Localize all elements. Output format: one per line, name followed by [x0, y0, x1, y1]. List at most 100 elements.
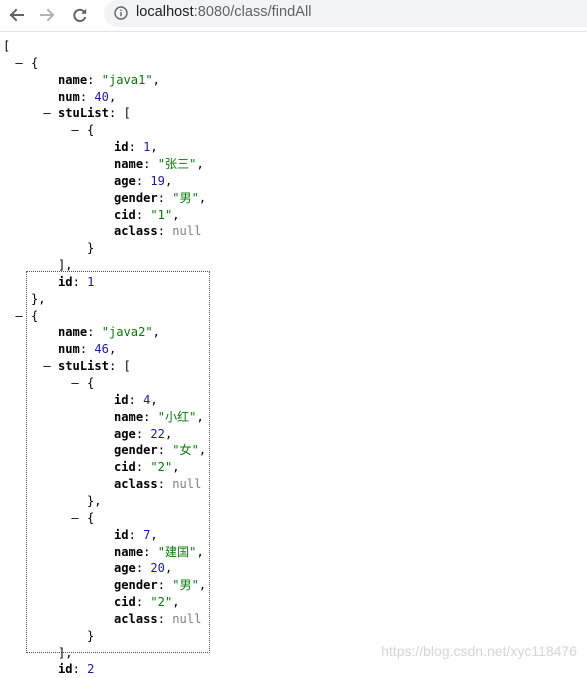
- json-value: 20: [150, 561, 165, 576]
- json-key: name: [58, 72, 88, 87]
- json-key: aclass: [114, 477, 158, 492]
- reload-button[interactable]: [68, 4, 92, 26]
- json-value: 46: [94, 342, 109, 357]
- json-value: null: [172, 477, 202, 492]
- json-key: age: [114, 173, 136, 188]
- json-key: gender: [114, 190, 158, 205]
- json-key: id: [58, 274, 73, 289]
- json-value: "java2": [101, 325, 153, 340]
- json-key: id: [114, 392, 129, 407]
- json-key: id: [58, 662, 73, 677]
- json-line-age: age: 22,: [114, 426, 173, 441]
- json-bracket: [: [123, 106, 131, 121]
- json-bracket-line: },: [31, 291, 46, 308]
- json-key: cid: [114, 207, 136, 222]
- json-key: name: [114, 544, 144, 559]
- json-line-age: age: 19,: [114, 173, 173, 188]
- json-value: null: [172, 224, 202, 239]
- json-bracket: [: [3, 39, 11, 53]
- json-value: "女": [172, 443, 199, 458]
- collapse-toggle[interactable]: –: [42, 105, 52, 122]
- json-key: aclass: [114, 224, 158, 239]
- collapse-toggle[interactable]: –: [14, 308, 24, 325]
- json-bracket: {: [87, 376, 95, 390]
- json-line-name: name: "小红",: [114, 409, 204, 424]
- json-viewer: [–{name: "java1", num: 40, – stuList: [–{id…: [0, 31, 587, 676]
- json-key: cid: [114, 595, 136, 610]
- collapse-toggle[interactable]: –: [70, 510, 80, 527]
- json-line-gender: gender: "男",: [114, 578, 207, 593]
- json-bracket-line: [: [3, 38, 10, 55]
- json-bracket-line: –{: [71, 375, 95, 392]
- json-bracket-line: ],: [58, 645, 73, 662]
- forward-arrow-icon: [40, 8, 55, 22]
- json-line-id: id: 1,: [114, 140, 158, 155]
- address-bar[interactable]: localhost:8080/class/findAll: [104, 0, 587, 27]
- json-line-name: name: "java2",: [58, 325, 160, 340]
- json-bracket: {: [87, 510, 95, 525]
- json-key: gender: [114, 578, 158, 593]
- json-bracket: {: [31, 308, 39, 323]
- json-line-stuList: – stuList: [: [43, 359, 131, 374]
- json-bracket-line: –{: [71, 122, 95, 139]
- json-line-aclass: aclass: null: [114, 224, 202, 239]
- collapse-toggle[interactable]: –: [14, 55, 24, 72]
- json-line-name: name: "java1",: [58, 72, 160, 87]
- json-bracket-line: },: [87, 493, 102, 510]
- json-bracket-line: ],: [58, 257, 73, 274]
- json-bracket-line: –{: [71, 510, 95, 527]
- forward-button[interactable]: [36, 4, 60, 26]
- url-text[interactable]: localhost:8080/class/findAll: [136, 4, 312, 20]
- json-bracket: ],: [58, 258, 73, 273]
- json-line-cid: cid: "2",: [114, 595, 180, 610]
- json-line-id: id: 2: [58, 662, 95, 677]
- json-line-name: name: "建国",: [114, 544, 204, 559]
- reload-icon: [73, 8, 87, 22]
- json-bracket-line: –{: [15, 55, 38, 72]
- json-bracket-line: }: [87, 240, 94, 257]
- json-value: 40: [94, 89, 109, 104]
- json-value: "1": [150, 207, 173, 222]
- json-value: "男": [172, 190, 199, 205]
- json-line-id: id: 4,: [114, 392, 158, 407]
- json-value: "2": [150, 460, 173, 475]
- site-info-icon[interactable]: [114, 6, 128, 20]
- json-key: name: [58, 325, 88, 340]
- json-line-cid: cid: "2",: [114, 460, 180, 475]
- json-key: name: [114, 409, 144, 424]
- json-line-age: age: 20,: [114, 561, 173, 576]
- json-bracket: {: [87, 123, 95, 138]
- collapse-toggle[interactable]: –: [70, 375, 80, 392]
- json-bracket: },: [87, 493, 102, 508]
- json-value: "男": [172, 578, 199, 593]
- json-line-gender: gender: "男",: [114, 190, 207, 205]
- json-value: "java1": [101, 72, 153, 87]
- json-key: age: [114, 561, 136, 576]
- json-line-cid: cid: "1",: [114, 207, 180, 222]
- json-line-aclass: aclass: null: [114, 611, 202, 626]
- json-key: stuList: [58, 359, 109, 374]
- json-key: stuList: [58, 106, 109, 121]
- json-line-id: id: 7,: [114, 527, 158, 542]
- json-value: 22: [150, 426, 165, 441]
- json-bracket-line: }: [87, 628, 94, 645]
- collapse-toggle[interactable]: –: [70, 122, 80, 139]
- json-value: 19: [150, 173, 165, 188]
- json-key: name: [114, 156, 144, 171]
- json-line-aclass: aclass: null: [114, 477, 202, 492]
- json-key: num: [58, 89, 80, 104]
- browser-toolbar: localhost:8080/class/findAll: [0, 0, 587, 32]
- json-bracket: },: [31, 291, 46, 306]
- url-host: localhost: [136, 4, 194, 20]
- json-line-name: name: "张三",: [114, 156, 204, 171]
- json-line-id: id: 1: [58, 274, 95, 289]
- json-value: "小红": [157, 409, 197, 424]
- collapse-toggle[interactable]: –: [42, 358, 52, 375]
- back-button[interactable]: [4, 4, 28, 26]
- json-key: id: [114, 527, 129, 542]
- watermark: https://blog.csdn.net/xyc118476: [381, 643, 577, 659]
- json-key: cid: [114, 460, 136, 475]
- json-line-num: num: 40,: [58, 89, 117, 104]
- json-key: id: [114, 140, 129, 155]
- json-bracket-line: –{: [15, 308, 39, 325]
